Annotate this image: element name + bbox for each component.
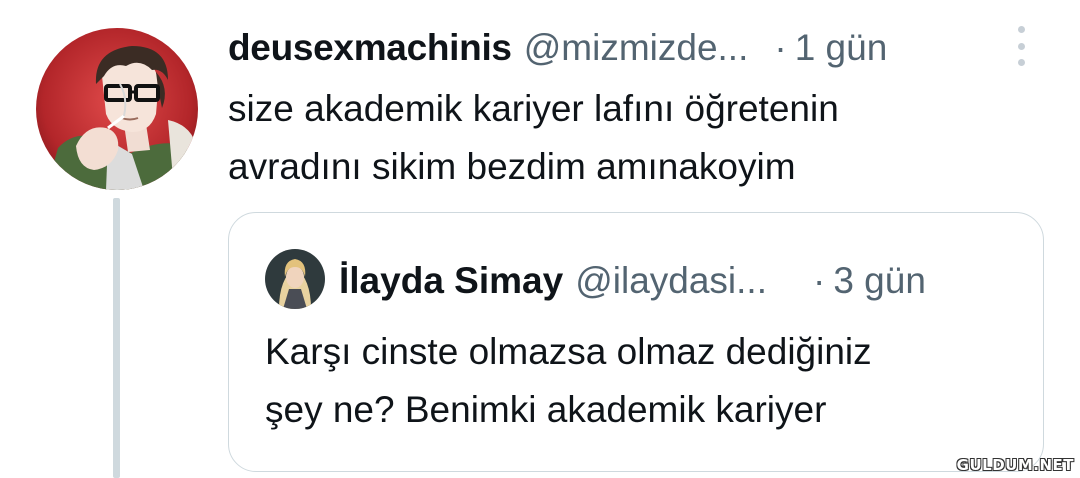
quote-text-line: Karşı cinste olmazsa olmaz dediğiniz xyxy=(265,331,872,372)
separator-dot: · xyxy=(812,260,826,301)
quote-text: Karşı cinste olmazsa olmaz dediğiniz şey… xyxy=(265,323,1025,439)
tweet-text: size akademik kariyer lafını öğretenin a… xyxy=(228,80,1028,196)
quote-timestamp[interactable]: 3 gün xyxy=(833,260,926,302)
quote-handle[interactable]: @ilaydasi... xyxy=(575,260,767,302)
quote-text-line: şey ne? Benimki akademik kariyer xyxy=(265,389,827,430)
tweet-header: deusexmachinis @mizmizde... · 1 gün xyxy=(228,22,887,74)
quote-avatar[interactable] xyxy=(265,249,325,309)
tweet-text-line: size akademik kariyer lafını öğretenin xyxy=(228,88,839,129)
timestamp[interactable]: 1 gün xyxy=(795,27,888,69)
thread-line xyxy=(113,198,120,478)
tweet-text-line: avradını sikim bezdim amınakoyim xyxy=(228,146,796,187)
quoted-tweet-card[interactable]: İlayda Simay @ilaydasi... · 3 gün Karşı … xyxy=(228,212,1044,472)
watermark: GULDUM.NET xyxy=(956,456,1074,474)
handle[interactable]: @mizmizde... xyxy=(524,27,749,69)
quote-display-name[interactable]: İlayda Simay xyxy=(339,260,563,302)
tweet-screenshot: deusexmachinis @mizmizde... · 1 gün size… xyxy=(0,0,1080,478)
display-name[interactable]: deusexmachinis xyxy=(228,27,512,69)
separator-dot: · xyxy=(774,27,787,68)
more-vertical-icon[interactable] xyxy=(1010,26,1032,66)
avatar-illustration-icon xyxy=(36,28,198,190)
quote-header: İlayda Simay @ilaydasi... · 3 gün xyxy=(339,255,926,307)
avatar-photo-icon xyxy=(265,249,325,309)
avatar[interactable] xyxy=(36,28,198,190)
